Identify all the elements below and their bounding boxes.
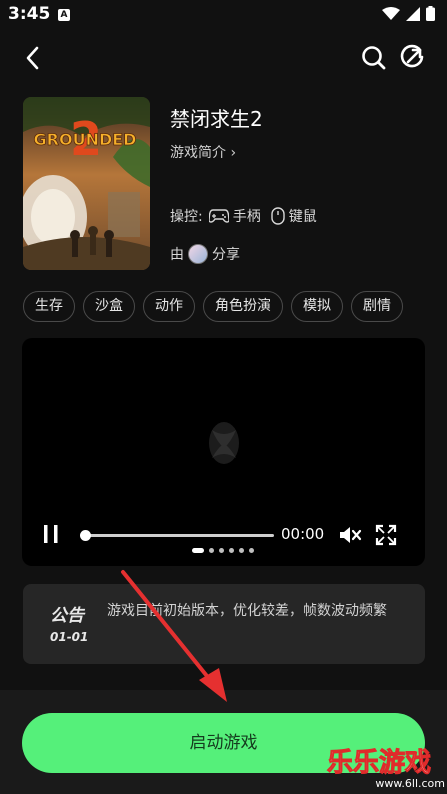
- avatar[interactable]: [188, 244, 208, 264]
- video-player[interactable]: 00:00: [22, 338, 425, 566]
- game-title: 禁闭求生2: [170, 107, 263, 131]
- red-arrow-annotation: [121, 570, 227, 702]
- controls-label: 操控:: [170, 209, 203, 225]
- tag-item[interactable]: 沙盒: [83, 291, 135, 322]
- carousel-dot[interactable]: [239, 548, 244, 553]
- mute-icon[interactable]: [338, 524, 362, 546]
- carousel-dot[interactable]: [192, 548, 204, 553]
- control-gamepad-label: 手柄: [232, 209, 261, 225]
- mouse-icon: [271, 207, 285, 225]
- fullscreen-icon[interactable]: [375, 524, 397, 546]
- notice-label: 公告: [50, 606, 84, 626]
- search-icon[interactable]: [360, 44, 388, 72]
- status-bar: 3:45 A: [0, 0, 447, 32]
- tag-item[interactable]: 模拟: [291, 291, 343, 322]
- xbox-logo-icon: [209, 422, 239, 464]
- tag-item[interactable]: 剧情: [351, 291, 403, 322]
- shared-by-suffix: 分享: [212, 247, 240, 263]
- game-intro-link[interactable]: 游戏简介 ›: [170, 142, 236, 162]
- gamepad-icon: [208, 209, 229, 223]
- notice-date: 01-01: [50, 630, 89, 644]
- top-nav: [0, 36, 447, 80]
- carousel-dots: [192, 548, 254, 553]
- cover-title: GROUNDED: [34, 130, 137, 149]
- watermark-text: 乐乐游戏: [327, 748, 432, 779]
- signal-icon: [406, 6, 420, 21]
- video-progress-bar[interactable]: [80, 530, 274, 541]
- control-mouse-label: 键鼠: [288, 209, 317, 225]
- share-icon[interactable]: [398, 44, 426, 72]
- carousel-dot[interactable]: [219, 548, 224, 553]
- watermark: 乐乐游戏 www.6ll.com: [327, 742, 446, 792]
- status-time: 3:45: [8, 4, 51, 24]
- tag-item[interactable]: 角色扮演: [203, 291, 283, 322]
- status-icons: [382, 6, 435, 21]
- shared-by-prefix: 由: [170, 247, 184, 263]
- pause-icon[interactable]: [42, 523, 60, 545]
- video-time: 00:00: [281, 525, 325, 543]
- shared-by-row: 由 分享: [170, 243, 240, 265]
- carousel-dot[interactable]: [229, 548, 234, 553]
- progress-handle[interactable]: [80, 530, 91, 541]
- carousel-dot[interactable]: [249, 548, 254, 553]
- wifi-icon: [382, 6, 400, 20]
- tag-list: 生存 沙盒 动作 角色扮演 模拟 剧情: [23, 291, 403, 322]
- battery-icon: [426, 6, 435, 21]
- notification-icon: A: [58, 9, 70, 21]
- game-cover-image: 2 GROUNDED: [23, 97, 150, 270]
- control-row: 操控: 手柄 键鼠: [170, 205, 317, 227]
- tag-item[interactable]: 动作: [143, 291, 195, 322]
- tag-item[interactable]: 生存: [23, 291, 75, 322]
- carousel-dot[interactable]: [209, 548, 214, 553]
- back-icon[interactable]: [20, 44, 46, 72]
